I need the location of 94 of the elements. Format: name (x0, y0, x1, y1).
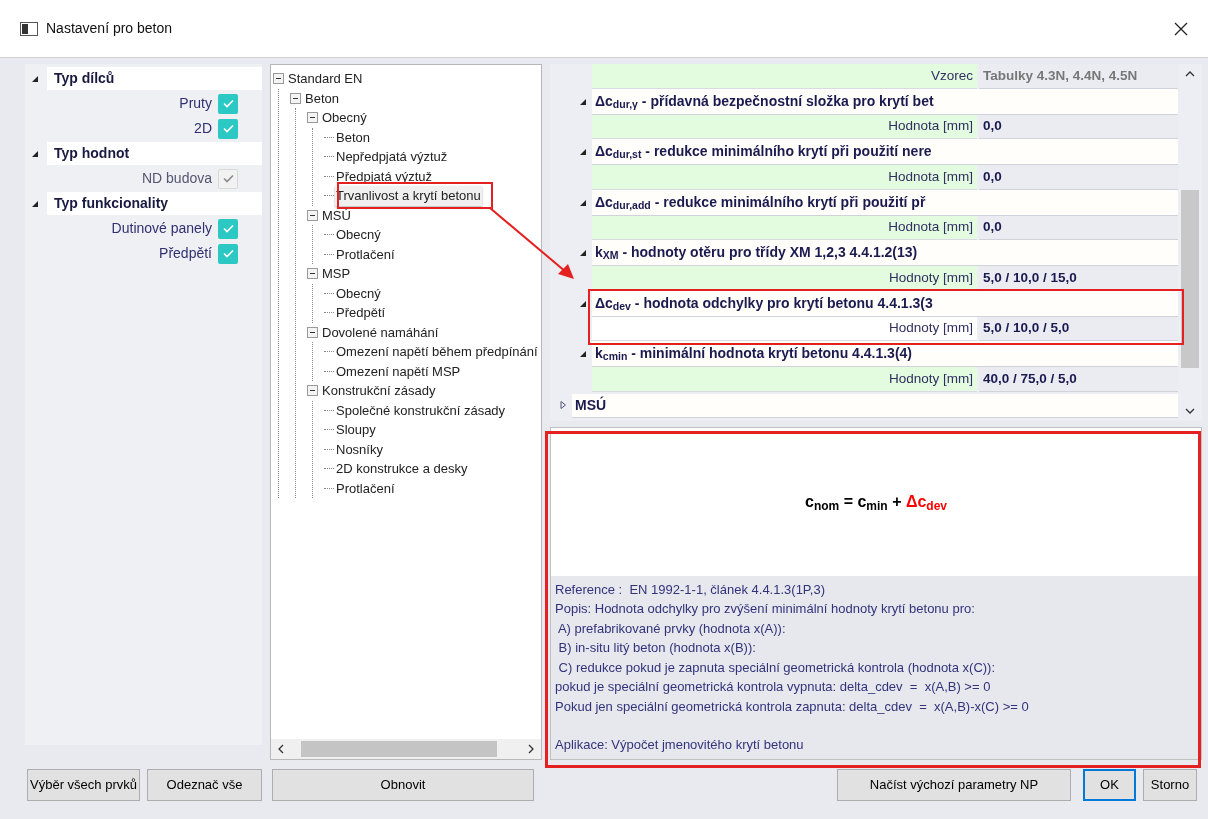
collapse-icon[interactable] (307, 326, 318, 338)
scrollbar-thumb[interactable] (301, 741, 497, 757)
description-line: pokud je speciální geometrická kontrola vypnuta: delta_cdev = x(A,B) >= 0 (555, 678, 992, 697)
tree-item[interactable]: Předpjatá výztuž (335, 166, 434, 186)
tree-item[interactable]: Beton (304, 88, 340, 108)
description-line: Popis: Hodnota odchylky pro zvýšení minimální hodnoty krytí betonu pro: (555, 600, 976, 619)
checkbox[interactable] (218, 93, 238, 114)
property-label: Hodnoty [mm] (592, 367, 977, 392)
tree-item[interactable]: 2D konstrukce a desky (335, 459, 469, 479)
dialog-button[interactable]: Odeznač vše (147, 769, 262, 801)
tree-item[interactable]: Dovolené namáhání (321, 322, 440, 342)
check-icon (222, 224, 234, 233)
property-label: Hodnoty [mm] (592, 316, 977, 341)
check-icon (222, 174, 234, 183)
property-label: Hodnota [mm] (592, 215, 977, 240)
tree-item[interactable]: Protlačení (335, 478, 396, 498)
tree-item[interactable]: Nepředpjatá výztuž (335, 147, 449, 167)
checkbox[interactable] (218, 218, 238, 239)
option-label: Předpětí (159, 244, 212, 263)
collapse-triangle-icon[interactable] (31, 74, 39, 83)
check-icon (222, 124, 234, 133)
dialog-button[interactable]: Načíst výchozí parametry NP (837, 769, 1071, 801)
checkbox[interactable] (218, 118, 238, 139)
property-heading: Δc$_{dur,γ}$ - přídavná bezpečnostní složka pro krytí bet (592, 88, 1178, 115)
tree-item[interactable]: Sloupy (335, 420, 377, 440)
property-heading: Δc$_{dev}$ - hodnota odchylky pro krytí betonu 4.4.1.3(3 (592, 290, 1178, 317)
dialog-button[interactable]: Výběr všech prvků (27, 769, 140, 801)
ok-button[interactable]: OK (1083, 769, 1136, 801)
property-label: Hodnota [mm] (592, 114, 977, 139)
tree-item[interactable]: Obecný (321, 108, 368, 128)
collapse-triangle-icon[interactable] (31, 149, 39, 158)
property-heading: k$_{XM}$ - hodnoty otěru pro třídy XM 1,2,3 4.4.1.2(13) (592, 240, 1178, 266)
collapse-triangle-icon[interactable] (579, 198, 587, 207)
tree-item[interactable]: MSP (321, 264, 352, 284)
property-heading: k$_{cmin}$ - minimální hodnota krytí betonu 4.4.1.3(4) (592, 341, 1178, 367)
group-header: Typ dílců (47, 67, 262, 90)
collapse-icon[interactable] (290, 92, 301, 104)
property-heading: Δc$_{dur,add}$ - redukce minimálního krytí při použití př (592, 189, 1178, 216)
property-label: Hodnota [mm] (592, 165, 977, 190)
collapse-icon[interactable] (307, 112, 318, 124)
collapse-triangle-icon[interactable] (579, 350, 587, 358)
tree-item[interactable]: Omezení napětí MSP (335, 361, 462, 381)
scrollbar-thumb[interactable] (1181, 190, 1199, 368)
window-title: Nastavení pro beton (46, 19, 174, 38)
horizontal-scrollbar[interactable] (271, 739, 541, 759)
description-line: C) redukce pokud je zapnuta speciální geometrická kontrola (hodnota x(C)): (557, 658, 997, 677)
option-label: ND budova (141, 169, 212, 188)
description-line: Reference : EN 1992-1-1, článek 4.4.1.3(1P,3) (555, 580, 827, 599)
tree-item[interactable]: Nosníky (335, 439, 384, 459)
tree-item[interactable]: Obecný (335, 225, 382, 245)
group-header: Typ funkcionality (47, 192, 262, 215)
property-heading: Δc$_{dur,st}$ - redukce minimálního krytí při použití nere (592, 139, 1178, 165)
option-label: Pruty (179, 94, 212, 113)
application-text: Aplikace: Výpočet jmenovitého krytí betonu (555, 736, 805, 755)
collapse-triangle-icon[interactable] (579, 249, 587, 257)
tree-item[interactable]: Omezení napětí během předpínání (335, 342, 539, 362)
collapse-icon[interactable] (307, 385, 318, 397)
expand-triangle-icon[interactable] (559, 400, 567, 409)
scroll-down-icon[interactable] (1185, 406, 1195, 415)
description-line: Pokud jen speciální geometrická kontrola zapnuta: delta_cdev = x(A,B)-x(C) >= 0 (555, 697, 1030, 716)
collapse-icon[interactable] (307, 209, 318, 221)
tree-item[interactable]: Beton (335, 127, 371, 147)
app-icon (20, 21, 38, 36)
property-label: Hodnoty [mm] (592, 266, 977, 291)
checkbox[interactable] (218, 243, 238, 264)
check-icon (222, 249, 234, 258)
check-icon (222, 99, 234, 108)
collapse-triangle-icon[interactable] (579, 97, 587, 106)
tree-item[interactable]: Protlačení (335, 244, 396, 264)
tree-item[interactable]: Obecný (335, 283, 382, 303)
tree-item[interactable]: Společné konstrukční zásady (335, 400, 507, 420)
collapse-triangle-icon[interactable] (579, 148, 587, 156)
group-header: Typ hodnot (47, 142, 262, 165)
formula: c$_{nom}$ = c$_{min}$ + Δc$_{dev}$ (804, 491, 948, 514)
description-line: B) in-situ litý beton (hodnota x(B)): (557, 639, 757, 658)
dialog-button[interactable]: Storno (1143, 769, 1197, 801)
option-label: Dutinové panely (111, 219, 212, 238)
refresh-button[interactable]: Obnovit (272, 769, 534, 801)
tree-item[interactable]: MSÚ (321, 205, 352, 225)
collapse-triangle-icon[interactable] (579, 299, 587, 308)
close-icon[interactable] (1174, 21, 1188, 36)
collapse-icon[interactable] (307, 268, 318, 280)
scroll-left-icon[interactable] (277, 744, 285, 754)
property-label: Vzorec (592, 64, 977, 89)
tree-item[interactable]: Předpětí (335, 303, 387, 323)
collapse-icon[interactable] (273, 73, 284, 85)
category-header: MSÚ (572, 393, 1178, 418)
scroll-up-icon[interactable] (1185, 70, 1195, 78)
tree-item[interactable]: Standard EN (287, 69, 364, 89)
tree-item[interactable]: Konstrukční zásady (321, 381, 437, 401)
scroll-right-icon[interactable] (527, 744, 535, 754)
collapse-triangle-icon[interactable] (31, 199, 39, 208)
option-label: 2D (194, 119, 212, 138)
description-line: A) prefabrikované prvky (hodnota x(A)): (556, 619, 787, 638)
